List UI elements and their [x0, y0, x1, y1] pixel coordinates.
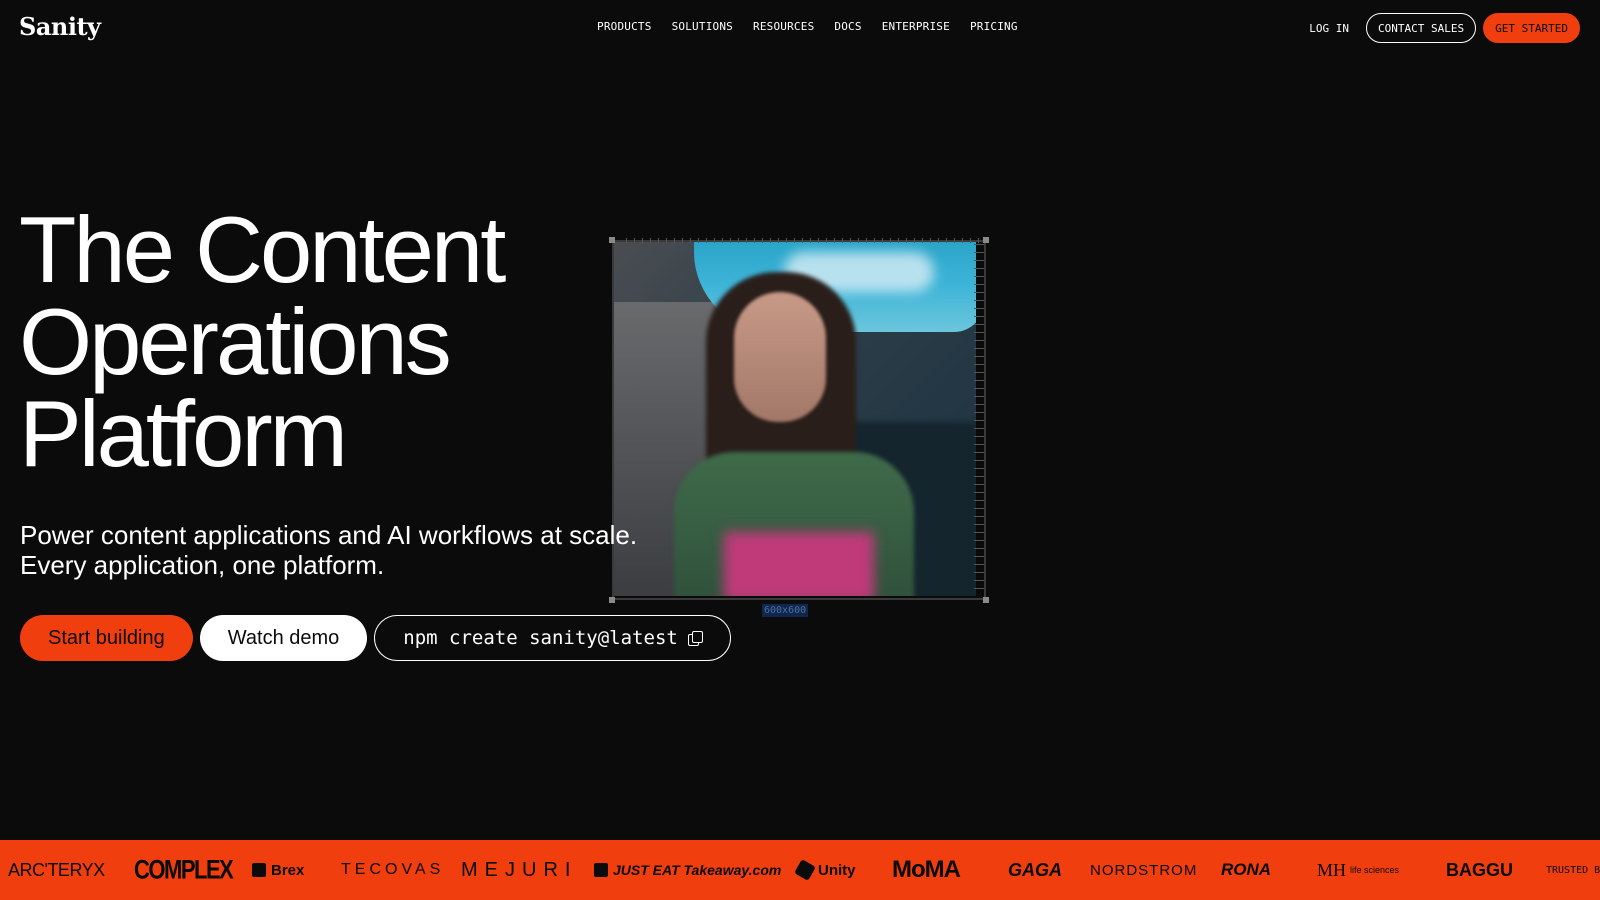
resize-handle-top-right[interactable] [983, 237, 989, 243]
logo-just-eat: JUST EAT Takeaway.com [594, 840, 781, 900]
nav-link-docs[interactable]: DOCS [834, 20, 861, 33]
logo-brex: Brex [252, 840, 304, 900]
npm-command-copy-button[interactable]: npm create sanity@latest [374, 615, 731, 661]
logo-nordstrom: NORDSTROM [1090, 861, 1198, 879]
nav-link-products[interactable]: PRODUCTS [597, 20, 652, 33]
nav-actions: LOG IN CONTACT SALES GET STARTED [1309, 13, 1580, 43]
hero-subtitle-line: Power content applications and AI workfl… [20, 520, 638, 550]
npm-command-text: npm create sanity@latest [403, 627, 678, 649]
start-building-button[interactable]: Start building [20, 615, 193, 661]
unity-cube-icon [794, 859, 816, 881]
logo-rona: RONA [1221, 860, 1272, 879]
nav-link-pricing[interactable]: PRICING [970, 20, 1018, 33]
cta-row: Start building Watch demo npm create san… [20, 615, 731, 661]
horizontal-ruler [626, 238, 982, 243]
logo-moma: MoMA [892, 856, 961, 883]
logo-unity-text: Unity [818, 861, 856, 879]
logo-mejuri: MEJURI [461, 858, 578, 881]
resize-handle-top-left[interactable] [609, 237, 615, 243]
hero-title-line: Platform [19, 381, 348, 486]
logo-mh-subtext: life sciences [1350, 865, 1400, 875]
get-started-button[interactable]: GET STARTED [1483, 13, 1580, 43]
logo-mh-text: MH [1317, 859, 1347, 880]
contact-sales-button[interactable]: CONTACT SALES [1366, 13, 1477, 43]
top-nav: Sanity PRODUCTS SOLUTIONS RESOURCES DOCS… [0, 0, 1600, 56]
watch-demo-button[interactable]: Watch demo [199, 615, 368, 661]
hero-title-line: The Content [19, 197, 506, 302]
customer-logo-strip: ARC'TERYX COMPLEX Brex TECOVAS MEJURI JU… [0, 840, 1600, 900]
image-size-label: 600x600 [762, 604, 809, 617]
hero-title: The Content Operations Platform [19, 197, 639, 486]
house-icon [594, 863, 608, 877]
trusted-by-label: TRUSTED B [1546, 864, 1600, 876]
logo-mh-life-sciences: MH life sciences [1317, 840, 1399, 900]
logo-just-eat-text: JUST EAT Takeaway.com [613, 862, 782, 878]
hero-title-line: Operations [19, 289, 452, 394]
logo-baggu: BAGGU [1446, 859, 1513, 880]
logo-unity: Unity [794, 840, 856, 900]
nav-link-enterprise[interactable]: ENTERPRISE [882, 20, 950, 33]
hero-subtitle-line: Every application, one platform. [20, 550, 385, 580]
sanity-logo[interactable]: Sanity [19, 12, 101, 41]
nav-link-solutions[interactable]: SOLUTIONS [672, 20, 733, 33]
vertical-ruler [974, 244, 984, 594]
logo-tecovas: TECOVAS [341, 861, 445, 878]
logo-gaga: GAGA [1008, 859, 1062, 880]
resize-handle-bottom-right[interactable] [983, 597, 989, 603]
nav-link-resources[interactable]: RESOURCES [753, 20, 814, 33]
login-link[interactable]: LOG IN [1309, 22, 1349, 35]
logo-complex: COMPLEX [134, 854, 234, 885]
resize-handle-bottom-left[interactable] [609, 597, 615, 603]
logo-brex-text: Brex [271, 861, 305, 879]
brex-icon [252, 863, 266, 877]
main-nav: PRODUCTS SOLUTIONS RESOURCES DOCS ENTERP… [597, 20, 1038, 33]
logo-arcteryx: ARC'TERYX [8, 859, 105, 880]
copy-icon [687, 631, 703, 646]
hero-subtitle: Power content applications and AI workfl… [20, 520, 740, 580]
